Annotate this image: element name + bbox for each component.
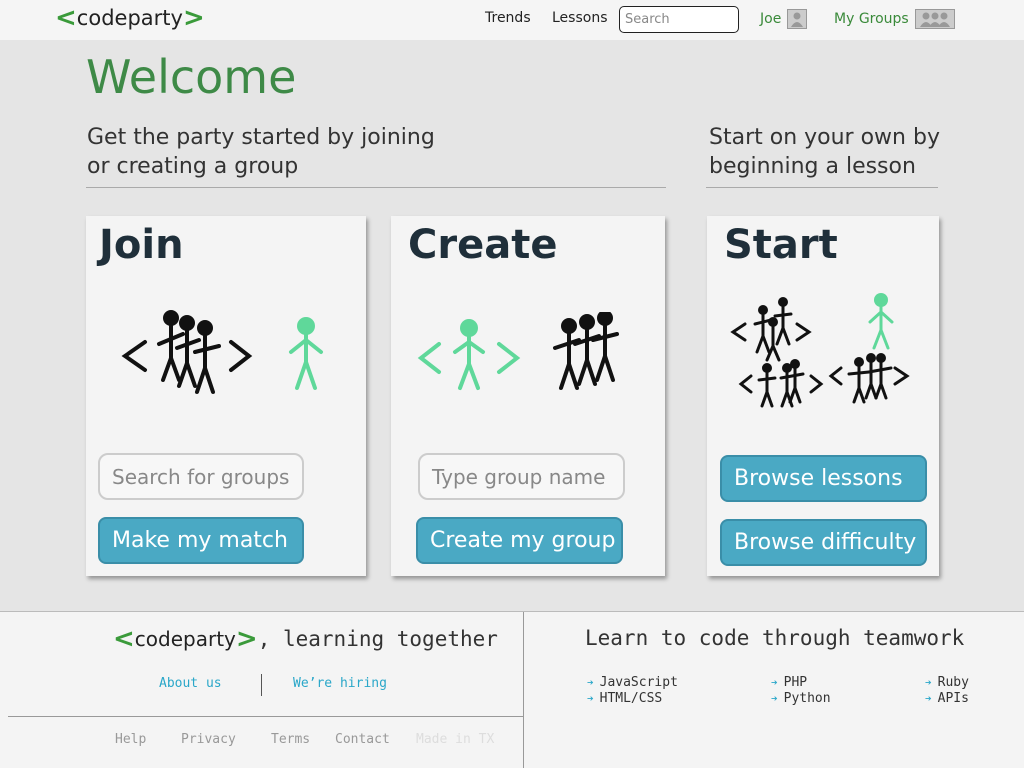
language-link[interactable]: ➔ HTML/CSS: [587, 691, 662, 706]
arrow-right-icon: ➔: [925, 692, 932, 705]
divider: [86, 187, 666, 188]
footer-logo[interactable]: < codeparty >: [113, 626, 258, 652]
my-groups-label: My Groups: [834, 11, 909, 27]
top-bar: < codeparty > Trends Lessons Joe My Grou…: [0, 0, 1024, 40]
create-card: Create Type group name Create my group: [391, 216, 665, 576]
group-avatar-icon: [914, 9, 955, 29]
nav-lessons[interactable]: Lessons: [552, 10, 608, 26]
join-group-illustration-icon: [121, 310, 323, 394]
join-title: Join: [99, 222, 184, 268]
footer: < codeparty > , learning together About …: [0, 611, 1024, 768]
made-in-text: Made in TX: [416, 732, 495, 747]
group-intro-line2: or creating a group: [87, 154, 299, 179]
start-title: Start: [724, 222, 838, 268]
about-us-link[interactable]: About us: [159, 676, 222, 691]
language-label: Ruby: [937, 675, 969, 690]
language-label: Python: [783, 691, 831, 706]
join-card: Join Search for groups Make my match: [86, 216, 366, 576]
browse-difficulty-button[interactable]: Browse difficulty: [720, 519, 927, 566]
footer-tagline: < codeparty > , learning together: [113, 626, 498, 652]
learn-title: Learn to code through teamwork: [585, 626, 965, 650]
logo-left-bracket: <: [55, 3, 77, 33]
user-menu[interactable]: Joe: [760, 9, 808, 29]
arrow-right-icon: ➔: [771, 676, 778, 689]
logo-left-bracket: <: [113, 624, 135, 654]
language-label: HTML/CSS: [599, 691, 663, 706]
language-label: APIs: [937, 691, 969, 706]
search-input[interactable]: [619, 6, 739, 33]
group-name-input[interactable]: Type group name: [418, 453, 625, 500]
language-label: PHP: [783, 675, 808, 690]
help-link[interactable]: Help: [115, 732, 146, 747]
arrow-right-icon: ➔: [587, 692, 594, 705]
start-card: Start Browse lessons Browse difficulty: [707, 216, 939, 576]
tagline-text: , learning together: [257, 627, 498, 651]
browse-lessons-button[interactable]: Browse lessons: [720, 455, 927, 502]
solo-intro: Start on your own by beginning a lesson: [709, 123, 940, 181]
footer-rule: [8, 716, 523, 717]
language-link[interactable]: ➔ Python: [771, 691, 831, 706]
privacy-link[interactable]: Privacy: [181, 732, 236, 747]
footer-divider: [523, 612, 524, 768]
terms-link[interactable]: Terms: [271, 732, 310, 747]
language-link[interactable]: ➔ JavaScript: [587, 675, 678, 690]
group-intro-line1: Get the party started by joining: [87, 125, 435, 150]
group-intro: Get the party started by joining or crea…: [87, 123, 435, 181]
make-my-match-button[interactable]: Make my match: [98, 517, 304, 564]
arrow-right-icon: ➔: [771, 692, 778, 705]
site-logo[interactable]: < codeparty >: [55, 5, 205, 31]
arrow-right-icon: ➔: [925, 676, 932, 689]
nav-trends[interactable]: Trends: [485, 10, 531, 26]
logo-right-bracket: >: [182, 3, 205, 33]
contact-link[interactable]: Contact: [335, 732, 390, 747]
hiring-link[interactable]: We’re hiring: [293, 676, 387, 691]
logo-right-bracket: >: [235, 624, 258, 654]
solo-intro-line2: beginning a lesson: [709, 154, 916, 179]
my-groups-menu[interactable]: My Groups: [834, 9, 955, 29]
group-search-input[interactable]: Search for groups: [98, 453, 304, 500]
user-avatar-icon: [787, 9, 808, 29]
user-name: Joe: [760, 11, 782, 27]
language-link[interactable]: ➔ PHP: [771, 675, 807, 690]
language-link[interactable]: ➔ Ruby: [925, 675, 969, 690]
lesson-groups-illustration-icon: [730, 293, 910, 408]
page-title: Welcome: [86, 50, 297, 104]
language-link[interactable]: ➔ APIs: [925, 691, 969, 706]
logo-text: codeparty: [134, 627, 236, 651]
solo-intro-line1: Start on your own by: [709, 125, 940, 150]
divider: [706, 187, 938, 188]
language-label: JavaScript: [599, 675, 678, 690]
link-separator: [261, 674, 262, 696]
arrow-right-icon: ➔: [587, 676, 594, 689]
create-group-illustration-icon: [417, 312, 619, 390]
logo-text: codeparty: [76, 6, 183, 30]
create-title: Create: [408, 222, 558, 268]
create-my-group-button[interactable]: Create my group: [416, 517, 623, 564]
